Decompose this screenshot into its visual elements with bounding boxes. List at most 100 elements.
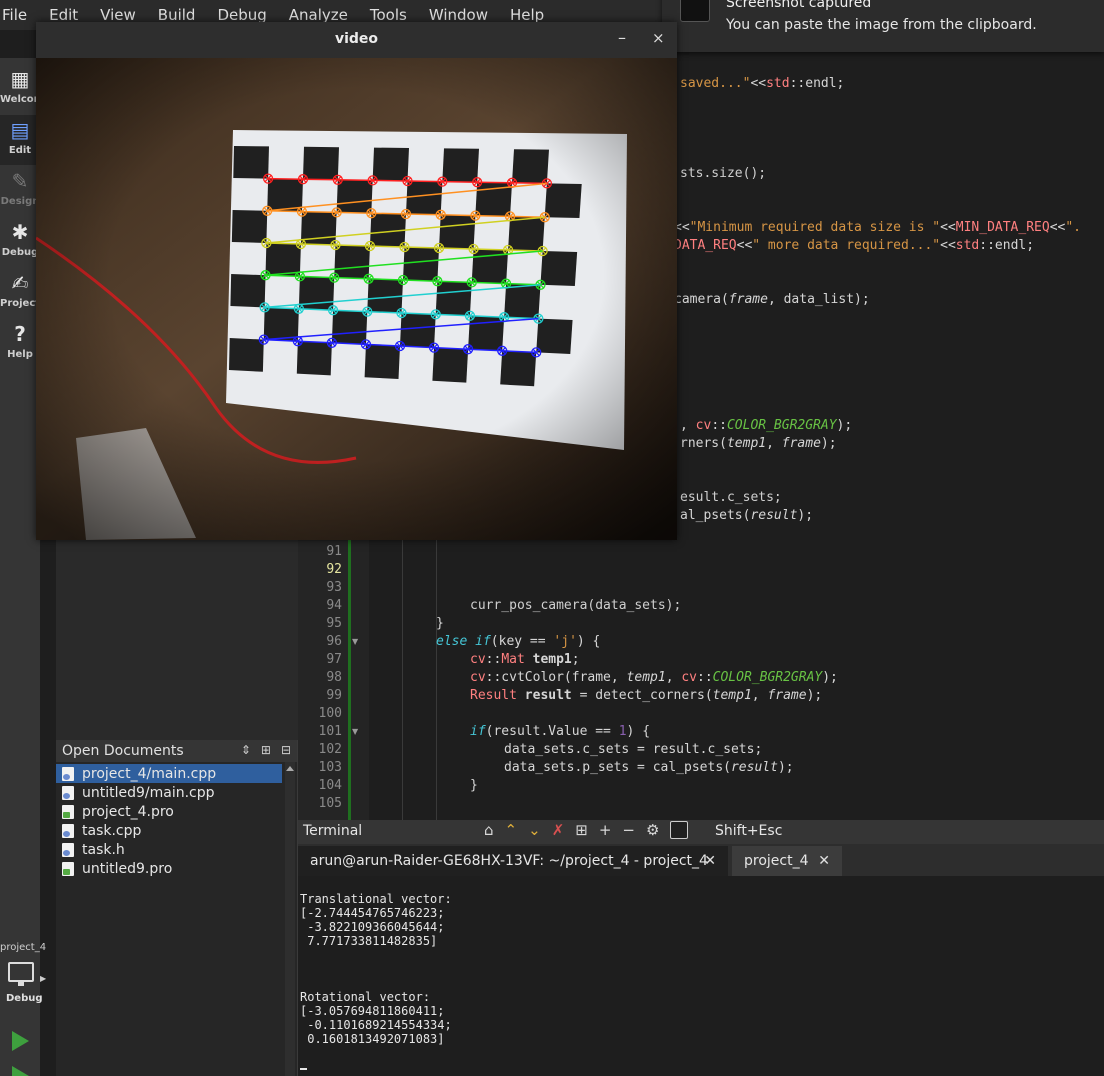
video-title: video <box>334 31 379 47</box>
list-item[interactable]: untitled9/main.cpp <box>56 783 282 802</box>
pro-file-icon <box>62 804 74 819</box>
list-item-label: project_4.pro <box>82 803 174 820</box>
list-item[interactable]: project_4/main.cpp <box>56 764 282 783</box>
code-fragment: al_psets(result); <box>680 508 814 523</box>
previous-item-icon[interactable]: ⌃ <box>505 821 518 839</box>
code-line: cv::cvtColor(frame, temp1, cv::COLOR_BGR… <box>470 670 838 685</box>
mode-label: Design <box>0 196 40 207</box>
split-icon[interactable]: ⊞ <box>261 743 271 757</box>
terminal-cursor <box>300 1068 307 1070</box>
fold-arrow-icon[interactable]: ▼ <box>352 633 358 651</box>
line-number: 103 <box>318 760 342 775</box>
line-number: 100 <box>318 706 342 721</box>
line-number: 99 <box>326 688 342 703</box>
notification-banner[interactable]: Screenshot captured You can paste the im… <box>662 0 1104 52</box>
line-number: 102 <box>318 742 342 757</box>
line-number: 105 <box>318 796 342 811</box>
tab-shell[interactable]: arun@arun-Raider-GE68HX-13VF: ~/project_… <box>298 846 728 876</box>
tab-label: project_4 <box>744 853 809 869</box>
notification-body: You can paste the image from the clipboa… <box>726 17 1037 33</box>
line-number: 95 <box>326 616 342 631</box>
plus-icon[interactable]: + <box>599 821 612 839</box>
mode-label: Help <box>7 349 33 360</box>
line-number: 94 <box>326 598 342 613</box>
video-window[interactable]: video – × <box>36 22 677 540</box>
video-titlebar[interactable]: video – × <box>36 22 677 58</box>
clean-icon[interactable]: ⌂ <box>484 821 494 839</box>
code-line: curr_pos_camera(data_sets); <box>470 598 682 613</box>
code-line: else if(key == 'j') { <box>436 634 601 649</box>
mode-edit[interactable]: ▤ Edit <box>0 115 40 165</box>
wrench-icon: ✍ <box>11 271 29 295</box>
close-panel-icon[interactable]: ⊟ <box>281 743 291 757</box>
fold-arrow-icon[interactable]: ▼ <box>352 723 358 741</box>
pencil-icon: ✎ <box>11 169 29 193</box>
cpp-file-icon <box>62 766 74 781</box>
list-item[interactable]: untitled9.pro <box>56 859 282 878</box>
minus-icon[interactable]: − <box>622 821 635 839</box>
close-button[interactable]: × <box>652 29 665 47</box>
mode-label: Projects <box>0 298 40 309</box>
code-fragment: , cv::COLOR_BGR2GRAY); <box>680 418 853 433</box>
mode-design[interactable]: ✎ Design <box>0 166 40 216</box>
mode-debug[interactable]: ✱ Debug <box>0 217 40 267</box>
next-item-icon[interactable]: ⌄ <box>528 821 541 839</box>
kit-selector-monitor-icon[interactable] <box>8 962 34 986</box>
mode-projects[interactable]: ✍ Projects <box>0 268 40 318</box>
tab-project[interactable]: project_4 ✕ <box>732 846 842 876</box>
terminal-tabs: arun@arun-Raider-GE68HX-13VF: ~/project_… <box>298 844 1104 876</box>
bug-icon: ✱ <box>11 220 29 244</box>
cpp-file-icon <box>62 823 74 838</box>
list-item-label: task.cpp <box>82 822 142 839</box>
header-file-icon <box>62 842 74 857</box>
grid-icon: ▦ <box>10 67 30 91</box>
mode-welcome[interactable]: ▦ Welcome <box>0 64 40 114</box>
notification-title: Screenshot captured <box>726 0 872 11</box>
code-line: Result result = detect_corners(temp1, fr… <box>470 688 823 703</box>
shortcut-toggle-icon[interactable] <box>670 821 689 839</box>
project-tree-panel <box>56 540 298 740</box>
code-line: data_sets.p_sets = cal_psets(result); <box>504 760 794 775</box>
line-number: 104 <box>318 778 342 793</box>
list-item-label: task.h <box>82 841 125 858</box>
kit-expand-icon[interactable]: ▶ <box>40 974 46 983</box>
list-item-label: untitled9/main.cpp <box>82 784 215 801</box>
list-item[interactable]: task.h <box>56 840 282 859</box>
help-icon: ? <box>14 322 26 346</box>
kit-project-label: project_4 <box>0 942 47 953</box>
code-line: } <box>436 616 444 631</box>
terminal-output[interactable]: Translational vector: [-2.74445476574622… <box>298 876 1104 1076</box>
mode-label: Welcome <box>0 94 40 105</box>
code-fragment: sts.size(); <box>680 166 767 181</box>
code-fragment: esult.c_sets; <box>680 490 782 505</box>
screenshot-thumbnail <box>680 0 710 22</box>
code-fragment: DATA_REQ<<" more data required..."<<std:… <box>674 238 1035 253</box>
vignette <box>36 58 677 540</box>
menu-file[interactable]: File <box>2 6 27 24</box>
sort-icon[interactable]: ⇕ <box>241 743 251 757</box>
code-fragment: saved..."<<std::endl; <box>680 76 845 91</box>
code-line: data_sets.c_sets = result.c_sets; <box>504 742 763 757</box>
line-number: 93 <box>326 580 342 595</box>
mode-help[interactable]: ? Help <box>0 319 40 369</box>
code-line: } <box>470 778 478 793</box>
close-icon[interactable]: ✕ <box>704 846 716 876</box>
terminal-shortcut: Shift+Esc <box>715 823 783 839</box>
line-number: 96 <box>326 634 342 649</box>
line-number: 91 <box>326 544 342 559</box>
tab-label: arun@arun-Raider-GE68HX-13VF: ~/project_… <box>310 853 708 869</box>
gear-icon[interactable]: ⚙ <box>646 821 659 839</box>
debug-run-icon[interactable] <box>12 1066 29 1076</box>
close-terminal-icon[interactable]: ✗ <box>552 821 565 839</box>
open-documents-scrollbar[interactable] <box>285 762 295 1076</box>
mode-label: Edit <box>8 145 32 156</box>
close-icon[interactable]: ✕ <box>818 846 830 876</box>
minimize-button[interactable]: – <box>618 28 626 47</box>
pro-file-icon <box>62 861 74 876</box>
code-fragment: rners(temp1, frame); <box>680 436 837 451</box>
list-item[interactable]: task.cpp <box>56 821 282 840</box>
line-number: 101 <box>318 724 342 739</box>
list-item[interactable]: project_4.pro <box>56 802 282 821</box>
run-icon[interactable] <box>12 1031 29 1051</box>
new-terminal-icon[interactable]: ⊞ <box>575 821 588 839</box>
